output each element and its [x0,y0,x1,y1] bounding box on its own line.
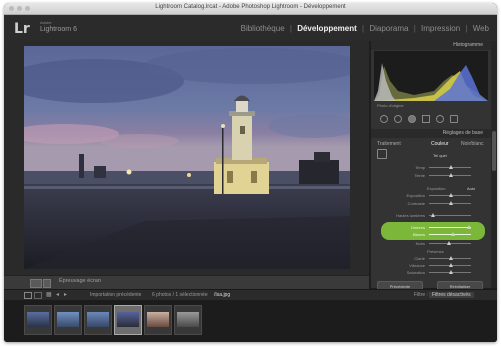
tint-slider[interactable] [429,173,471,177]
filmstrip-thumbnail-selected[interactable] [114,305,142,335]
shadows-slider[interactable] [429,225,471,229]
exposure-label: Exposition [406,193,425,198]
app-name: Lightroom 6 [40,26,77,33]
histogram-header[interactable]: Histogramme [371,41,491,50]
lightroom-window: Lightroom Catalog.lrcat - Adobe Photosho… [4,3,497,342]
filter-select[interactable]: Filtres désactivés [429,292,474,298]
compare-view-icon[interactable] [43,279,51,288]
second-window-icon[interactable] [34,292,42,299]
title-bar: Lightroom Catalog.lrcat - Adobe Photosho… [4,3,497,15]
whites-slider[interactable] [429,232,471,236]
tool-strip [374,114,488,124]
identity-plate-bar: Lr Adobe Lightroom 6 Bibliothèque | Déve… [4,15,497,41]
window-title: Lightroom Catalog.lrcat - Adobe Photosho… [155,4,346,10]
selected-filename: /Isa.jpg [214,292,231,298]
forward-arrow-icon[interactable]: ▸ [64,291,67,298]
module-web[interactable]: Web [473,24,489,33]
vibrance-label: Vibrance [409,263,425,268]
tab-color[interactable]: Couleur [431,141,449,147]
main-window-icon[interactable] [24,292,32,299]
blacks-label: Noirs [415,241,425,246]
radial-filter-icon[interactable] [436,115,444,123]
saturation-slider[interactable] [429,270,471,274]
filmstrip-header: ▦ ◂ ▸ Importation précédente 6 photos / … [4,289,497,300]
soft-proofing-toggle[interactable]: Épreuvage écran [59,278,101,284]
saturation-label: Saturation [406,270,425,275]
loupe-view-icon[interactable] [30,279,42,288]
adjustment-brush-icon[interactable] [450,115,458,123]
temp-label: Temp [415,165,425,170]
loupe-toolbar: Épreuvage écran [4,275,369,289]
tab-treatment: Traitement [377,141,401,147]
loupe-view[interactable] [4,41,369,275]
lighthouse-photo [24,46,350,269]
grid-icon[interactable]: ▦ [46,291,52,298]
lightroom-logo: Lr [14,21,30,37]
basic-panel-header[interactable]: Réglages de base [371,129,491,138]
module-slideshow[interactable]: Diaporama [369,24,408,33]
module-separator: | [465,24,468,33]
right-panel-scrollbar[interactable] [491,41,497,288]
tone-label: Exposition [427,186,446,191]
original-photo-checkbox[interactable]: Photo d'origine [377,103,404,108]
filmstrip-thumbnail[interactable] [54,305,82,335]
blacks-slider[interactable] [429,241,471,245]
tab-black-white[interactable]: Noir/blanc [461,141,484,147]
crop-tool-icon[interactable] [380,115,388,123]
back-arrow-icon[interactable]: ◂ [56,291,59,298]
vibrance-slider[interactable] [429,263,471,267]
tint-label: Teinte [414,173,425,178]
shadows-label: Ombres [410,225,425,230]
module-separator: | [289,24,292,33]
exposure-slider[interactable] [429,193,471,197]
red-eye-icon[interactable] [408,115,416,123]
module-print[interactable]: Impression [421,24,460,33]
photo-count: 6 photos / 1 sélectionnée [152,292,208,298]
filmstrip-thumbnail[interactable] [144,305,172,335]
module-separator: | [413,24,416,33]
filmstrip-thumbnail[interactable] [174,305,202,335]
main-photo[interactable] [24,46,350,269]
clarity-label: Clarté [414,256,425,261]
adobe-label: Adobe [40,20,52,25]
white-balance-value[interactable]: Tel quel [433,153,447,158]
contrast-label: Contraste [407,201,425,206]
filmstrip [4,300,497,342]
temp-slider[interactable] [429,165,471,169]
highlights-slider[interactable] [429,213,471,217]
clarity-slider[interactable] [429,256,471,260]
scrollbar-thumb[interactable] [492,131,496,171]
graduated-filter-icon[interactable] [422,115,430,123]
right-panel: Histogramme Photo d'origine Réglages de … [371,41,491,292]
module-develop[interactable]: Développement [297,24,357,33]
highlights-label: Hautes lumières [396,213,425,218]
spot-removal-icon[interactable] [394,115,402,123]
filmstrip-thumbnail[interactable] [84,305,112,335]
whites-label: Blancs [412,232,425,237]
histogram-graph [374,63,488,101]
filter-label: Filtre : [414,292,428,298]
module-separator: | [362,24,365,33]
presence-label: Présence [427,249,444,254]
module-picker: Bibliothèque | Développement | Diaporama… [241,24,489,33]
filmstrip-thumbnail[interactable] [24,305,52,335]
tone-auto-button[interactable]: Auto [467,186,475,191]
module-library[interactable]: Bibliothèque [241,24,285,33]
contrast-slider[interactable] [429,201,471,205]
source-label[interactable]: Importation précédente [90,292,141,298]
histogram[interactable] [374,51,488,101]
white-balance-picker-icon[interactable] [377,149,387,159]
